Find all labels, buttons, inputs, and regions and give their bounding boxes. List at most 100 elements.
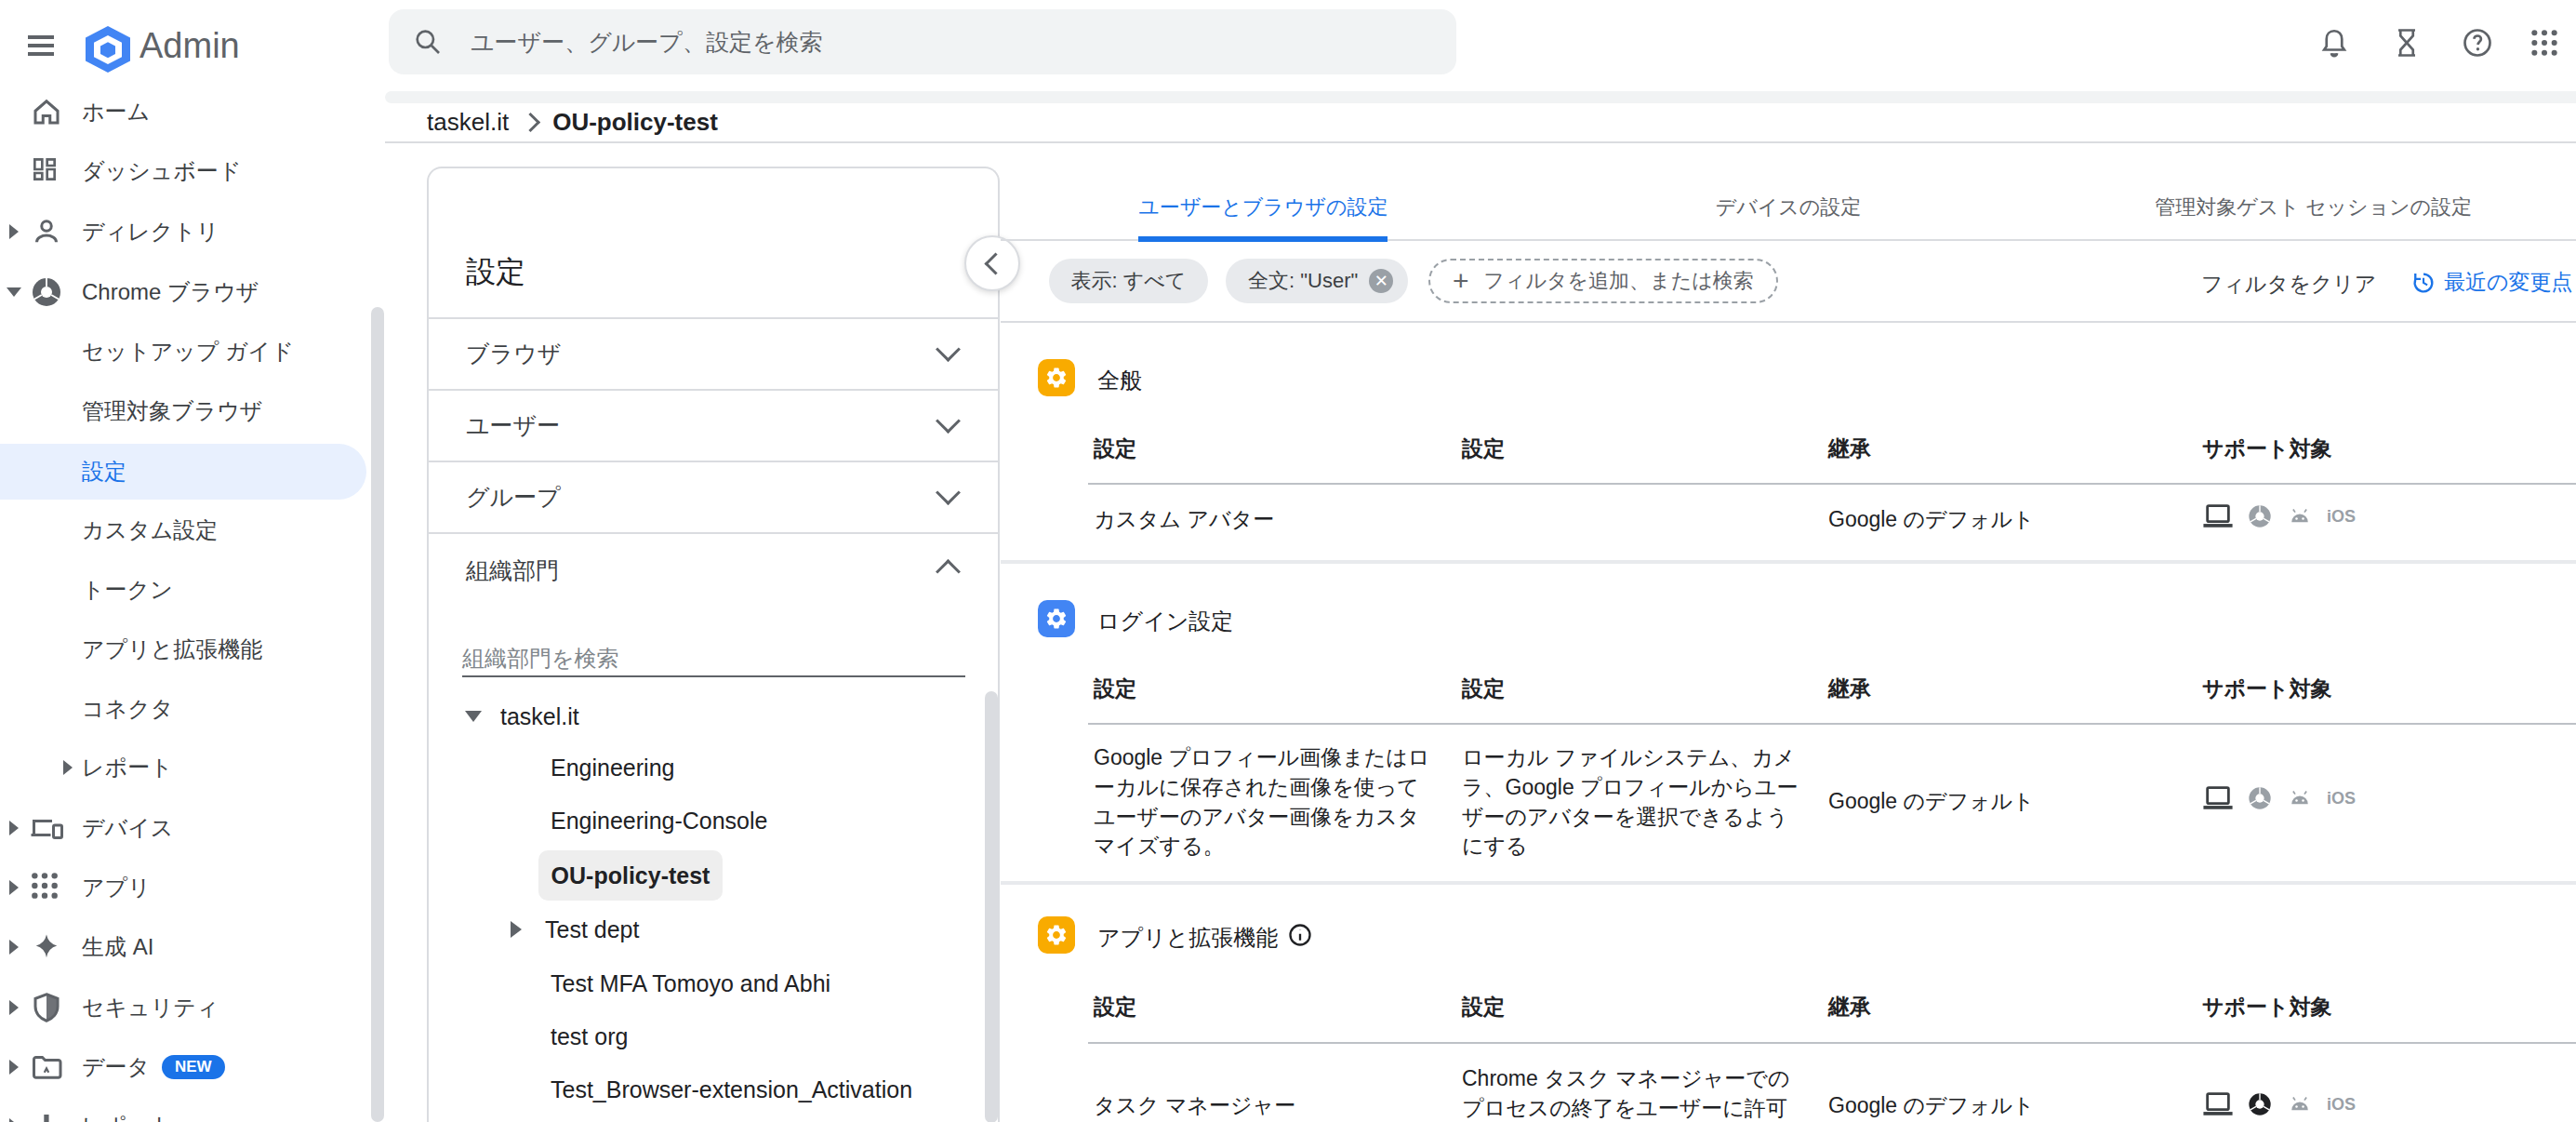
breadcrumb-current: OU-policy-test (552, 108, 718, 137)
tree-item[interactable]: Engineering (551, 741, 674, 794)
admin-logo[interactable] (86, 26, 130, 73)
sidebar-item-reports[interactable]: レポート (0, 1096, 385, 1122)
sidebar-item-label: 生成 AI (82, 932, 153, 962)
sidebar-item-label: データ (82, 1052, 150, 1082)
remove-filter-icon[interactable]: ✕ (1369, 269, 1393, 293)
sparkle-icon (30, 930, 63, 964)
chrome-icon (2247, 503, 2273, 529)
sidebar-item-label: レポート (82, 753, 173, 782)
sidebar-item-security[interactable]: セキュリティ (0, 978, 385, 1037)
bell-icon[interactable] (2317, 26, 2351, 60)
setting-row-name[interactable]: カスタム アバター (1094, 505, 1274, 535)
setting-row-inherit: Google のデフォルト (1828, 505, 2035, 535)
history-icon (2410, 270, 2437, 296)
accordion-browser[interactable]: ブラウザ (429, 318, 998, 389)
breadcrumb-root[interactable]: taskel.it (427, 108, 509, 137)
setting-row-name[interactable]: Google プロフィール画像またはロ ーカルに保存された画像を使って ユーザー… (1094, 743, 1429, 862)
cell-line: ユーザーのアバター画像をカスタ (1094, 803, 1429, 833)
info-icon[interactable] (1287, 922, 1313, 948)
sidebar-item-reports-sub[interactable]: レポート (0, 738, 385, 797)
laptop-icon (2202, 502, 2234, 530)
sidebar-item-setup-guide[interactable]: セットアップ ガイド (0, 322, 385, 381)
table-header-divider (1088, 483, 2576, 485)
sidebar-item-label: ダッシュボード (82, 156, 241, 186)
add-filter-chip[interactable]: + フィルタを追加、または検索 (1428, 259, 1778, 303)
expand-icon (63, 760, 73, 775)
tab-device-settings[interactable]: デバイスの設定 (1526, 167, 2052, 239)
breadcrumb: taskel.it OU-policy-test (427, 103, 718, 140)
tree-item-selected[interactable]: OU-policy-test (538, 850, 724, 901)
tree-item-expandable[interactable]: Test dept (429, 903, 639, 955)
sidebar-item-label: レポート (82, 1111, 173, 1122)
setting-row-name[interactable]: タスク マネージャー (1094, 1091, 1295, 1121)
section-apps-icon (1038, 916, 1075, 954)
sidebar-scrollbar[interactable] (371, 307, 384, 1122)
tab-bar: ユーザーとブラウザの設定 デバイスの設定 管理対象ゲスト セッションの設定 (1001, 167, 2576, 241)
section-general-title: 全般 (1097, 366, 1142, 395)
sidebar-item-apps-extensions[interactable]: アプリと拡張機能 (0, 620, 385, 679)
tab-managed-guest-settings[interactable]: 管理対象ゲスト セッションの設定 (2051, 167, 2576, 239)
tree-item[interactable]: Engineering-Console (551, 795, 767, 847)
column-header: サポート対象 (2202, 434, 2332, 463)
shield-icon (30, 991, 63, 1024)
chip-label: 全文: "User" (1248, 267, 1358, 295)
sidebar-item-custom-settings[interactable]: カスタム設定 (0, 501, 385, 560)
section-signin-icon (1038, 600, 1075, 637)
sidebar-item-connectors[interactable]: コネクタ (0, 679, 385, 739)
tab-user-browser-settings[interactable]: ユーザーとブラウザの設定 (1001, 167, 1526, 239)
sidebar-item-home[interactable]: ホーム (0, 82, 385, 141)
collapse-panel-button[interactable] (964, 235, 1020, 291)
sidebar-item-label: トークン (82, 575, 173, 605)
sidebar-item-chrome-browser[interactable]: Chrome ブラウザ (0, 262, 385, 322)
folder-star-icon (30, 1050, 63, 1084)
tab-label: 管理対象ゲスト セッションの設定 (2155, 167, 2472, 236)
expand-icon (9, 1060, 19, 1075)
sidebar-item-dashboard[interactable]: ダッシュボード (0, 141, 385, 201)
tree-scrollbar[interactable] (985, 691, 998, 1122)
org-search-input[interactable]: 組織部門を検索 (462, 639, 965, 676)
column-header: サポート対象 (2202, 675, 2332, 703)
cell-line: にする (1462, 832, 1798, 862)
sidebar-item-label: 設定 (82, 457, 126, 487)
sidebar-item-label: ディレクトリ (82, 217, 219, 247)
tree-item[interactable]: test org (551, 1010, 628, 1062)
accordion-label: ユーザー (466, 410, 560, 441)
add-filter-label: フィルタを追加、または検索 (1484, 267, 1754, 295)
section-divider (1001, 881, 2576, 885)
search-input[interactable]: ユーザー、グループ、設定を検索 (389, 9, 1456, 74)
apps-grid-icon[interactable] (2530, 28, 2559, 58)
tree-item-root[interactable]: taskel.it (429, 690, 987, 742)
filter-chip-view[interactable]: 表示: すべて (1049, 259, 1209, 303)
sidebar-item-label: デバイス (82, 813, 173, 843)
sidebar-item-data[interactable]: データ NEW (0, 1037, 385, 1097)
accordion-org-units[interactable]: 組織部門 (429, 533, 998, 608)
help-icon[interactable] (2461, 26, 2494, 60)
expand-icon (511, 921, 522, 938)
sidebar-item-settings[interactable]: 設定 (0, 442, 385, 501)
accordion-groups[interactable]: グループ (429, 461, 998, 532)
ios-label: iOS (2327, 1095, 2356, 1115)
hourglass-icon[interactable] (2390, 26, 2423, 60)
tree-item[interactable]: Test_Browser-extension_Activation (551, 1064, 912, 1116)
filter-chip-fulltext[interactable]: 全文: "User" ✕ (1226, 259, 1408, 303)
accordion-users[interactable]: ユーザー (429, 390, 998, 461)
cell-line: ーカルに保存された画像を使って (1094, 773, 1429, 803)
recent-changes-link[interactable]: 最近の変更点 (2410, 268, 2576, 297)
sidebar-item-apps[interactable]: アプリ (0, 858, 385, 917)
chart-icon (30, 1109, 63, 1122)
sidebar-item-directory[interactable]: ディレクトリ (0, 202, 385, 261)
sidebar-item-managed-browsers[interactable]: 管理対象ブラウザ (0, 381, 385, 441)
expand-icon (9, 940, 19, 955)
column-header: 継承 (1828, 434, 1871, 463)
sidebar-item-gen-ai[interactable]: 生成 AI (0, 917, 385, 977)
sidebar-item-devices[interactable]: デバイス (0, 798, 385, 858)
tree-item-label: OU-policy-test (551, 862, 710, 889)
column-header: 継承 (1828, 675, 1871, 703)
tree-item-label: taskel.it (500, 703, 579, 730)
menu-icon[interactable] (28, 35, 54, 54)
collapse-icon (7, 287, 21, 297)
clear-filters-button[interactable]: フィルタをクリア (2201, 270, 2376, 299)
tree-item[interactable]: Test MFA Tomoyo and Abhi (551, 957, 830, 1009)
sidebar-item-label: セットアップ ガイド (82, 337, 294, 367)
sidebar-item-tokens[interactable]: トークン (0, 560, 385, 620)
